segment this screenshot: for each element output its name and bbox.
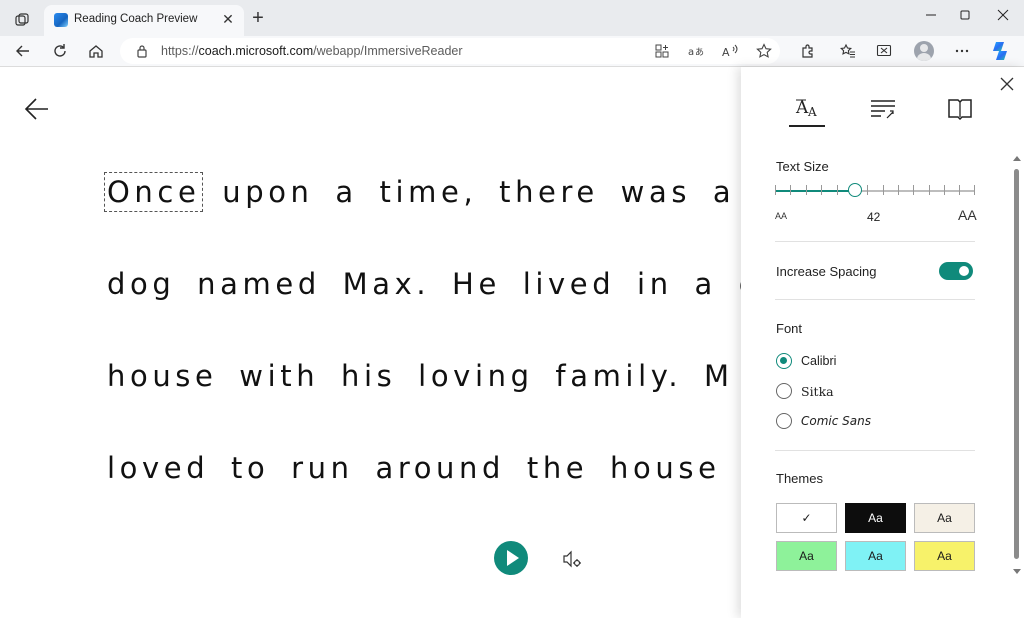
line-text: house with his loving family. M [107, 359, 734, 393]
profile-avatar[interactable] [914, 41, 934, 61]
slider-tick [913, 185, 914, 195]
active-tab-indicator [789, 125, 825, 127]
back-nav-icon[interactable] [11, 39, 35, 63]
text-size-label: Text Size [776, 159, 829, 174]
reading-line: dog named Max. He lived in a c [107, 267, 741, 301]
scroll-down-arrow-icon[interactable] [1013, 569, 1021, 574]
reading-line: house with his loving family. M [107, 359, 734, 393]
tab-title: Reading Coach Preview [74, 13, 198, 25]
font-option-label: Comic Sans [801, 414, 871, 428]
back-arrow-icon[interactable] [24, 96, 50, 122]
text-preferences-panel: AA Text Size AA 42 AA Increase Spacing F… [741, 67, 1024, 618]
slider-tick [959, 185, 960, 195]
tab-actions-icon[interactable] [12, 10, 32, 30]
tab-text-preferences[interactable]: AA [790, 94, 824, 124]
divider [775, 241, 975, 242]
slider-tick [898, 185, 899, 195]
slider-tick [775, 185, 776, 195]
text-size-slider[interactable] [775, 183, 975, 197]
slider-tick [806, 185, 807, 195]
play-button[interactable] [494, 541, 528, 575]
address-bar[interactable]: https://coach.microsoft.com/webapp/Immer… [120, 38, 780, 64]
svg-text:A: A [807, 105, 817, 119]
slider-tick [929, 185, 930, 195]
browser-toolbar: https://coach.microsoft.com/webapp/Immer… [0, 36, 1024, 67]
theme-yellow[interactable]: Aa [914, 541, 975, 571]
svg-text:あ: あ [695, 47, 704, 58]
theme-black[interactable]: Aa [845, 503, 906, 533]
reading-line: Once upon a time, there was a [103, 172, 736, 212]
favorite-star-icon[interactable] [754, 41, 774, 61]
theme-white-selected[interactable]: ✓ [776, 503, 837, 533]
selected-word[interactable]: Once [103, 172, 204, 212]
scroll-up-arrow-icon[interactable] [1013, 156, 1021, 161]
maximize-icon[interactable] [950, 4, 980, 26]
translate-icon[interactable]: aあ [686, 41, 706, 61]
immersive-reader-content: Once upon a time, there was a dog named … [0, 67, 741, 618]
tab-grammar-options[interactable] [866, 94, 900, 124]
lock-icon[interactable] [132, 41, 152, 61]
more-menu-icon[interactable] [950, 39, 974, 63]
slider-tick [944, 185, 945, 195]
minimize-icon[interactable] [916, 4, 946, 26]
slider-tick [867, 185, 868, 195]
tab-reading-preferences[interactable] [943, 94, 977, 124]
tab-close-icon[interactable]: ✕ [220, 11, 236, 27]
increase-spacing-label: Increase Spacing [776, 264, 877, 279]
svg-text:A: A [795, 98, 809, 118]
favorites-icon[interactable] [836, 39, 860, 63]
screenshot-icon[interactable] [872, 39, 896, 63]
divider [775, 299, 975, 300]
font-option-label: Sitka [801, 384, 834, 399]
slider-tick [883, 185, 884, 195]
slider-tick [974, 185, 975, 195]
theme-green[interactable]: Aa [776, 541, 837, 571]
reading-line: loved to run around the house [107, 451, 721, 485]
slider-tick [837, 185, 838, 195]
copilot-icon[interactable] [989, 40, 1011, 62]
window-close-icon[interactable] [988, 4, 1018, 26]
new-tab-button[interactable]: + [248, 8, 268, 28]
increase-spacing-toggle[interactable] [939, 262, 973, 280]
increase-size-icon: AA [958, 207, 977, 223]
slider-tick [790, 185, 791, 195]
font-radio-comic-sans[interactable] [776, 413, 792, 429]
font-section-label: Font [776, 321, 803, 336]
voice-settings-icon[interactable] [561, 548, 583, 570]
home-icon[interactable] [84, 39, 108, 63]
font-radio-sitka[interactable] [776, 383, 792, 399]
url-text: https://coach.microsoft.com/webapp/Immer… [161, 44, 463, 58]
browser-tab[interactable]: Reading Coach Preview ✕ [44, 5, 244, 36]
slider-thumb[interactable] [848, 183, 862, 197]
scrollbar-thumb[interactable] [1014, 169, 1019, 559]
line-text: loved to run around the house [107, 451, 721, 485]
slider-fill [775, 190, 855, 192]
decrease-size-icon: AA [775, 211, 788, 221]
browser-titlebar: Reading Coach Preview ✕ + [0, 0, 1024, 36]
slider-tick [821, 185, 822, 195]
line-text: upon a time, there was a [200, 175, 736, 209]
reading-coach-favicon-icon [54, 13, 68, 27]
font-radio-calibri[interactable] [776, 353, 792, 369]
font-option-label: Calibri [801, 354, 837, 368]
read-aloud-icon[interactable]: A [720, 41, 740, 61]
panel-close-icon[interactable] [1000, 77, 1014, 91]
text-size-value: 42 [867, 210, 881, 224]
extensions-icon[interactable] [796, 39, 820, 63]
app-available-icon[interactable] [652, 41, 672, 61]
svg-text:A: A [722, 46, 730, 58]
svg-text:a: a [688, 47, 694, 58]
theme-cyan[interactable]: Aa [845, 541, 906, 571]
refresh-icon[interactable] [48, 39, 72, 63]
theme-cream[interactable]: Aa [914, 503, 975, 533]
themes-section-label: Themes [776, 471, 823, 486]
divider [775, 450, 975, 451]
line-text: dog named Max. He lived in a c [107, 267, 741, 301]
